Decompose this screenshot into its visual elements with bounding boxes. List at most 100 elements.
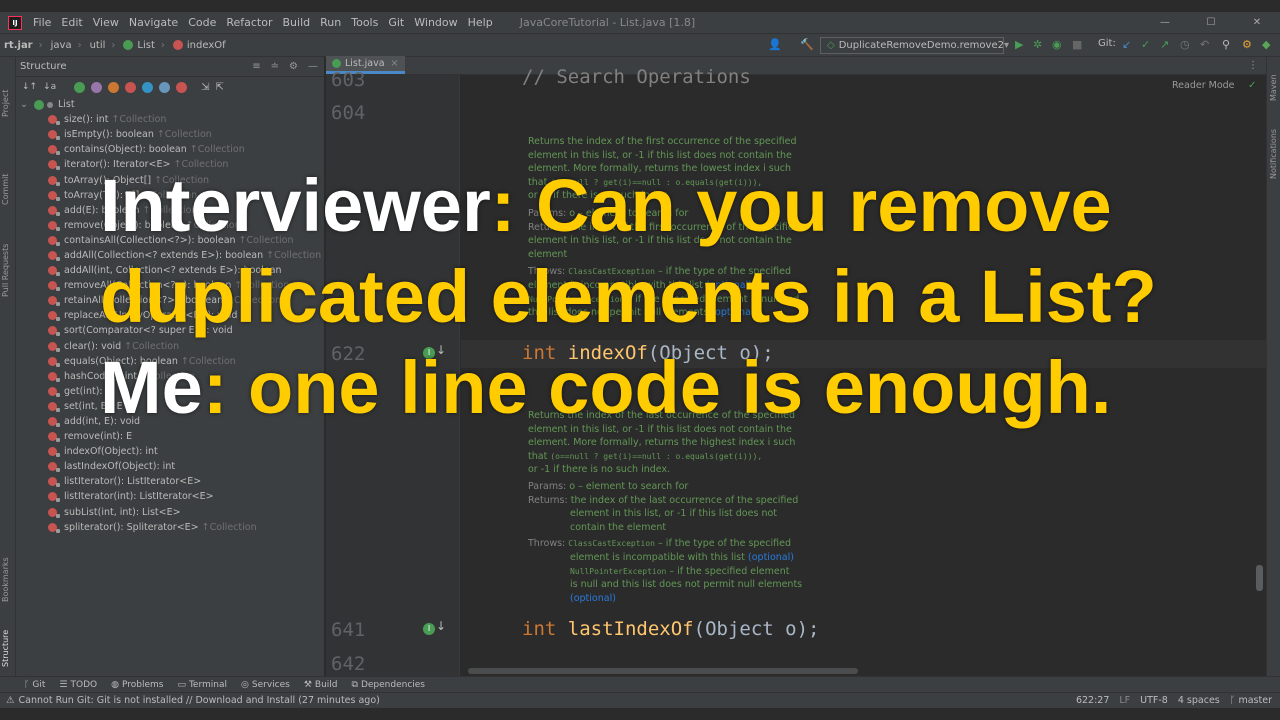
maximize-icon[interactable]: ☐ xyxy=(1188,12,1234,33)
pull-requests-tool-tab[interactable]: Pull Requests xyxy=(1,244,10,297)
autoscroll-to-source-icon[interactable]: ⇲ xyxy=(201,82,209,93)
notifications-tool-tab[interactable]: Notifications xyxy=(1269,129,1278,179)
git-branch[interactable]: ᚴ master xyxy=(1230,695,1272,706)
build-tool-button[interactable]: ⚒ Build xyxy=(304,680,338,690)
implemented-method-icon[interactable]: I xyxy=(423,623,435,635)
show-lambdas-icon[interactable] xyxy=(159,81,171,93)
menu-code[interactable]: Code xyxy=(183,16,221,29)
user-icon[interactable]: 👤 xyxy=(768,38,782,51)
doc-link[interactable]: ClassCastException xyxy=(568,539,655,548)
git-commit-icon[interactable]: ✓ xyxy=(1141,38,1150,51)
menu-file[interactable]: File xyxy=(28,16,56,29)
doc-label: Throws: xyxy=(528,538,566,550)
structure-item-signature: remove(int): E xyxy=(64,431,133,443)
menu-tools[interactable]: Tools xyxy=(346,16,383,29)
maven-tool-tab[interactable]: Maven xyxy=(1269,74,1278,101)
file-encoding[interactable]: UTF-8 xyxy=(1140,695,1168,706)
structure-item[interactable]: indexOf(Object): int xyxy=(20,444,324,459)
collapse-all-icon[interactable]: ≐ xyxy=(271,61,279,72)
doc-link[interactable]: (optional) xyxy=(528,592,818,606)
structure-item[interactable]: listIterator(): ListIterator<E> xyxy=(20,474,324,489)
project-tool-tab[interactable]: Project xyxy=(1,90,10,117)
menu-window[interactable]: Window xyxy=(409,16,462,29)
doc-line: or -1 if there is no such index. xyxy=(528,464,671,476)
gear-icon[interactable]: ⚙ xyxy=(289,61,298,72)
git-tool-button[interactable]: ᚴ Git xyxy=(24,680,45,690)
problems-tool-button[interactable]: ◍ Problems xyxy=(111,680,163,690)
show-fields-icon[interactable] xyxy=(108,81,120,93)
dependencies-tool-button[interactable]: ⧉ Dependencies xyxy=(352,680,426,690)
menu-edit[interactable]: Edit xyxy=(56,16,87,29)
method-icon xyxy=(48,447,60,458)
menu-help[interactable]: Help xyxy=(463,16,498,29)
close-icon[interactable]: ✕ xyxy=(1234,12,1280,33)
doc-code: (o==null ? get(i)==null : o.equals(get(i… xyxy=(550,451,763,461)
indent-setting[interactable]: 4 spaces xyxy=(1178,695,1220,706)
structure-item-signature: listIterator(): ListIterator<E> xyxy=(64,476,202,488)
breadcrumb-label: rt.jar xyxy=(4,39,33,51)
menu-git[interactable]: Git xyxy=(383,16,409,29)
coverage-icon[interactable]: ◉ xyxy=(1052,38,1062,51)
doc-link[interactable]: (optional) xyxy=(748,552,794,563)
sort-alpha-icon[interactable]: ↓a xyxy=(43,82,56,92)
history-icon[interactable]: ◷ xyxy=(1180,38,1190,51)
menu-run[interactable]: Run xyxy=(315,16,346,29)
code-line-641[interactable]: int lastIndexOf(Object o); xyxy=(522,618,819,640)
breadcrumb-java[interactable]: java › xyxy=(47,40,86,51)
jetbrains-icon[interactable]: ◆ xyxy=(1262,38,1270,51)
structure-item[interactable]: isEmpty(): boolean ↑Collection xyxy=(20,127,324,142)
status-message[interactable]: Cannot Run Git: Git is not installed // … xyxy=(19,695,380,706)
git-push-icon[interactable]: ↗ xyxy=(1160,38,1169,51)
breadcrumb-util[interactable]: util › xyxy=(86,40,120,51)
autoscroll-from-source-icon[interactable]: ⇱ xyxy=(216,82,224,93)
structure-item[interactable]: listIterator(int): ListIterator<E> xyxy=(20,489,324,504)
expand-all-icon[interactable]: ≡ xyxy=(252,61,260,72)
horizontal-scrollbar[interactable] xyxy=(468,668,858,674)
breadcrumb-indexof[interactable]: indexOf xyxy=(169,40,230,51)
rollback-icon[interactable]: ↶ xyxy=(1200,38,1209,51)
show-anonymous-icon[interactable] xyxy=(176,81,188,93)
structure-item[interactable]: size(): int ↑Collection xyxy=(20,112,324,127)
show-methods-icon[interactable] xyxy=(125,81,137,93)
services-tool-button[interactable]: ◎ Services xyxy=(241,680,290,690)
bookmarks-tool-tab[interactable]: Bookmarks xyxy=(1,557,10,602)
line-separator[interactable]: LF xyxy=(1119,695,1130,706)
run-configuration-select[interactable]: ◇ DuplicateRemoveDemo.remove2 ▾ xyxy=(820,37,1009,54)
settings-icon[interactable]: ⚙ xyxy=(1242,38,1252,51)
structure-item[interactable]: subList(int, int): List<E> xyxy=(20,505,324,520)
show-nonpublic-icon[interactable] xyxy=(142,81,154,93)
doc-link[interactable]: NullPointerException xyxy=(570,567,666,576)
run-icon[interactable]: ▶ xyxy=(1015,38,1023,51)
structure-item[interactable]: remove(int): E xyxy=(20,429,324,444)
todo-tool-button[interactable]: ☰ TODO xyxy=(59,680,97,690)
structure-item[interactable]: lastIndexOf(Object): int xyxy=(20,459,324,474)
caret-position[interactable]: 622:27 xyxy=(1076,695,1109,706)
tree-root-list[interactable]: ⌄ List xyxy=(20,97,324,112)
show-inherited-icon[interactable] xyxy=(74,81,86,93)
hide-icon[interactable]: — xyxy=(308,61,318,72)
minimize-icon[interactable]: — xyxy=(1142,12,1188,33)
reader-mode-toggle[interactable]: Reader Mode xyxy=(1172,80,1235,91)
structure-tool-tab[interactable]: Structure xyxy=(1,630,10,667)
menu-build[interactable]: Build xyxy=(278,16,316,29)
stop-icon[interactable]: ■ xyxy=(1072,38,1082,51)
sort-by-visibility-icon[interactable]: ↓↑ xyxy=(22,82,37,92)
show-properties-icon[interactable] xyxy=(91,81,103,93)
structure-item[interactable]: spliterator(): Spliterator<E> ↑Collection xyxy=(20,520,324,535)
menu-navigate[interactable]: Navigate xyxy=(124,16,183,29)
intellij-logo-icon: IJ xyxy=(8,15,22,30)
vertical-scrollbar[interactable] xyxy=(1256,565,1263,591)
hammer-icon[interactable]: 🔨 xyxy=(800,38,814,51)
breadcrumb-rt-jar[interactable]: rt.jar › xyxy=(0,40,47,51)
debug-icon[interactable]: ✲ xyxy=(1033,38,1042,51)
close-tab-icon[interactable]: × xyxy=(391,58,399,69)
git-update-icon[interactable]: ↙ xyxy=(1122,38,1131,51)
breadcrumb-list[interactable]: List › xyxy=(119,40,168,51)
menu-view[interactable]: View xyxy=(88,16,124,29)
terminal-tool-button[interactable]: ▭ Terminal xyxy=(177,680,227,690)
structure-item[interactable]: contains(Object): boolean ↑Collection xyxy=(20,142,324,157)
commit-tool-tab[interactable]: Commit xyxy=(1,174,10,205)
more-tabs-icon[interactable]: ⋮ xyxy=(1248,60,1258,71)
search-icon[interactable]: ⚲ xyxy=(1222,38,1230,51)
menu-refactor[interactable]: Refactor xyxy=(221,16,277,29)
